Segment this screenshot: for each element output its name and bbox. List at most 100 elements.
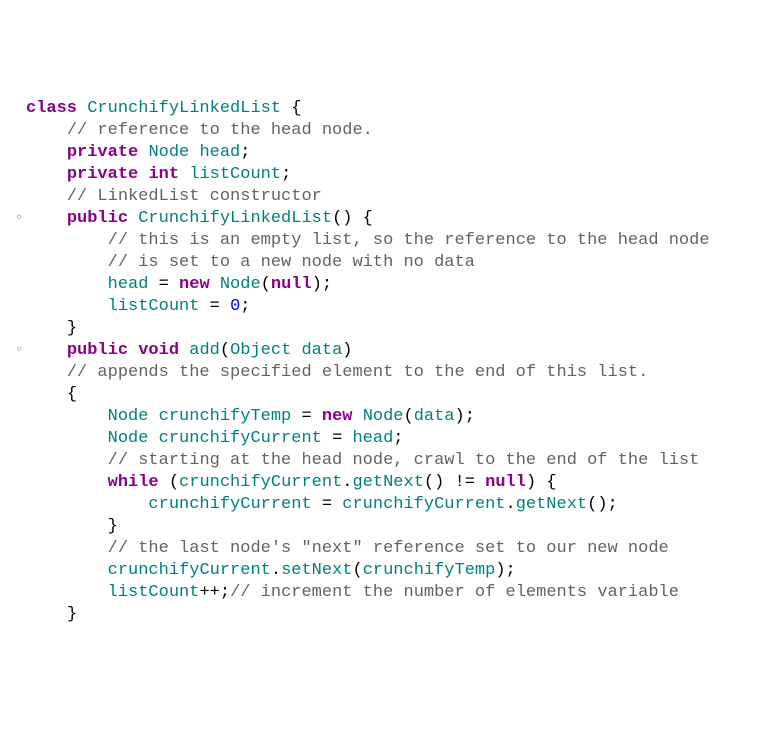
token-null: null [271,275,312,294]
token-id: CrunchifyLinkedList [87,99,281,118]
token-num: 0 [230,297,240,316]
token-black: ( [261,275,271,294]
code-line: } [14,604,754,626]
token-black: { [67,385,77,404]
token-black: ( [220,341,230,360]
token-black [148,429,158,448]
token-kw: int [148,165,179,184]
code-line-content: } [26,516,754,538]
token-black [138,143,148,162]
token-black: } [67,319,77,338]
code-line: // this is an empty list, so the referen… [14,230,754,252]
code-line: crunchifyCurrent = crunchifyCurrent.getN… [14,494,754,516]
token-black: ); [455,407,475,426]
token-id: data [414,407,455,426]
token-id: getNext [352,473,423,492]
code-line-content: while (crunchifyCurrent.getNext() != nul… [26,472,754,494]
token-id: head [108,275,149,294]
gutter-marker-icon [14,208,26,230]
code-line: { [14,384,754,406]
code-line-content: Node crunchifyCurrent = head; [26,428,754,450]
code-line-content: // appends the specified element to the … [26,362,754,384]
code-line: private Node head; [14,142,754,164]
token-kw: while [108,473,159,492]
token-kw: new [322,407,353,426]
token-black: ( [404,407,414,426]
token-black: = [322,429,353,448]
code-line-content: // LinkedList constructor [26,186,754,208]
token-black: ); [495,561,515,580]
token-black [128,341,138,360]
token-id: crunchifyTemp [363,561,496,580]
code-line-content: { [26,384,754,406]
token-id: data [301,341,342,360]
token-kw: private [67,165,138,184]
token-black: ; [281,165,291,184]
token-id: Node [363,407,404,426]
token-cmt: // the last node's "next" reference set … [108,539,669,558]
token-kw: new [179,275,210,294]
token-id: listCount [189,165,281,184]
code-line: crunchifyCurrent.setNext(crunchifyTemp); [14,560,754,582]
token-cmt: // is set to a new node with no data [108,253,475,272]
code-line: // the last node's "next" reference set … [14,538,754,560]
code-line: public CrunchifyLinkedList() { [14,208,754,230]
token-black [352,407,362,426]
token-black: ) [342,341,352,360]
token-kw: private [67,143,138,162]
token-black [189,143,199,162]
token-black: () != [424,473,485,492]
token-black: . [342,473,352,492]
token-id: crunchifyTemp [159,407,292,426]
token-black: ; [393,429,403,448]
token-black: () { [332,209,373,228]
token-id: crunchifyCurrent [159,429,322,448]
code-line: // appends the specified element to the … [14,362,754,384]
token-id: Object [230,341,291,360]
code-line-content: public CrunchifyLinkedList() { [26,208,754,230]
token-black: ; [240,297,250,316]
token-cmt: // starting at the head node, crawl to t… [108,451,700,470]
code-line-content: class CrunchifyLinkedList { [26,98,754,120]
token-black: ++; [199,583,230,602]
code-line-content: Node crunchifyTemp = new Node(data); [26,406,754,428]
token-id: crunchifyCurrent [179,473,342,492]
code-line-content: crunchifyCurrent.setNext(crunchifyTemp); [26,560,754,582]
code-line: // starting at the head node, crawl to t… [14,450,754,472]
code-line-content: private Node head; [26,142,754,164]
token-black: = [148,275,179,294]
token-black: } [67,605,77,624]
token-black: { [281,99,301,118]
token-cmt: // appends the specified element to the … [67,363,649,382]
token-id: listCount [108,583,200,602]
token-id: crunchifyCurrent [148,495,311,514]
code-line-content: private int listCount; [26,164,754,186]
code-line: head = new Node(null); [14,274,754,296]
token-black: ) { [526,473,557,492]
token-id: crunchifyCurrent [108,561,271,580]
code-line: private int listCount; [14,164,754,186]
code-line-content: // starting at the head node, crawl to t… [26,450,754,472]
code-line: // reference to the head node. [14,120,754,142]
token-id: add [189,341,220,360]
token-id: setNext [281,561,352,580]
code-line-content: public void add(Object data) [26,340,754,362]
code-line-content: // reference to the head node. [26,120,754,142]
token-black: . [271,561,281,580]
token-black: ); [312,275,332,294]
token-black [138,165,148,184]
token-id: Node [108,429,149,448]
token-black [179,341,189,360]
token-cmt: // this is an empty list, so the referen… [108,231,710,250]
code-line: // LinkedList constructor [14,186,754,208]
code-line: // is set to a new node with no data [14,252,754,274]
code-line: class CrunchifyLinkedList { [14,98,754,120]
token-black [210,275,220,294]
code-line-content: } [26,604,754,626]
code-line: } [14,516,754,538]
token-id: Node [108,407,149,426]
token-id: head [352,429,393,448]
code-line: } [14,318,754,340]
token-id: CrunchifyLinkedList [138,209,332,228]
code-line: listCount = 0; [14,296,754,318]
